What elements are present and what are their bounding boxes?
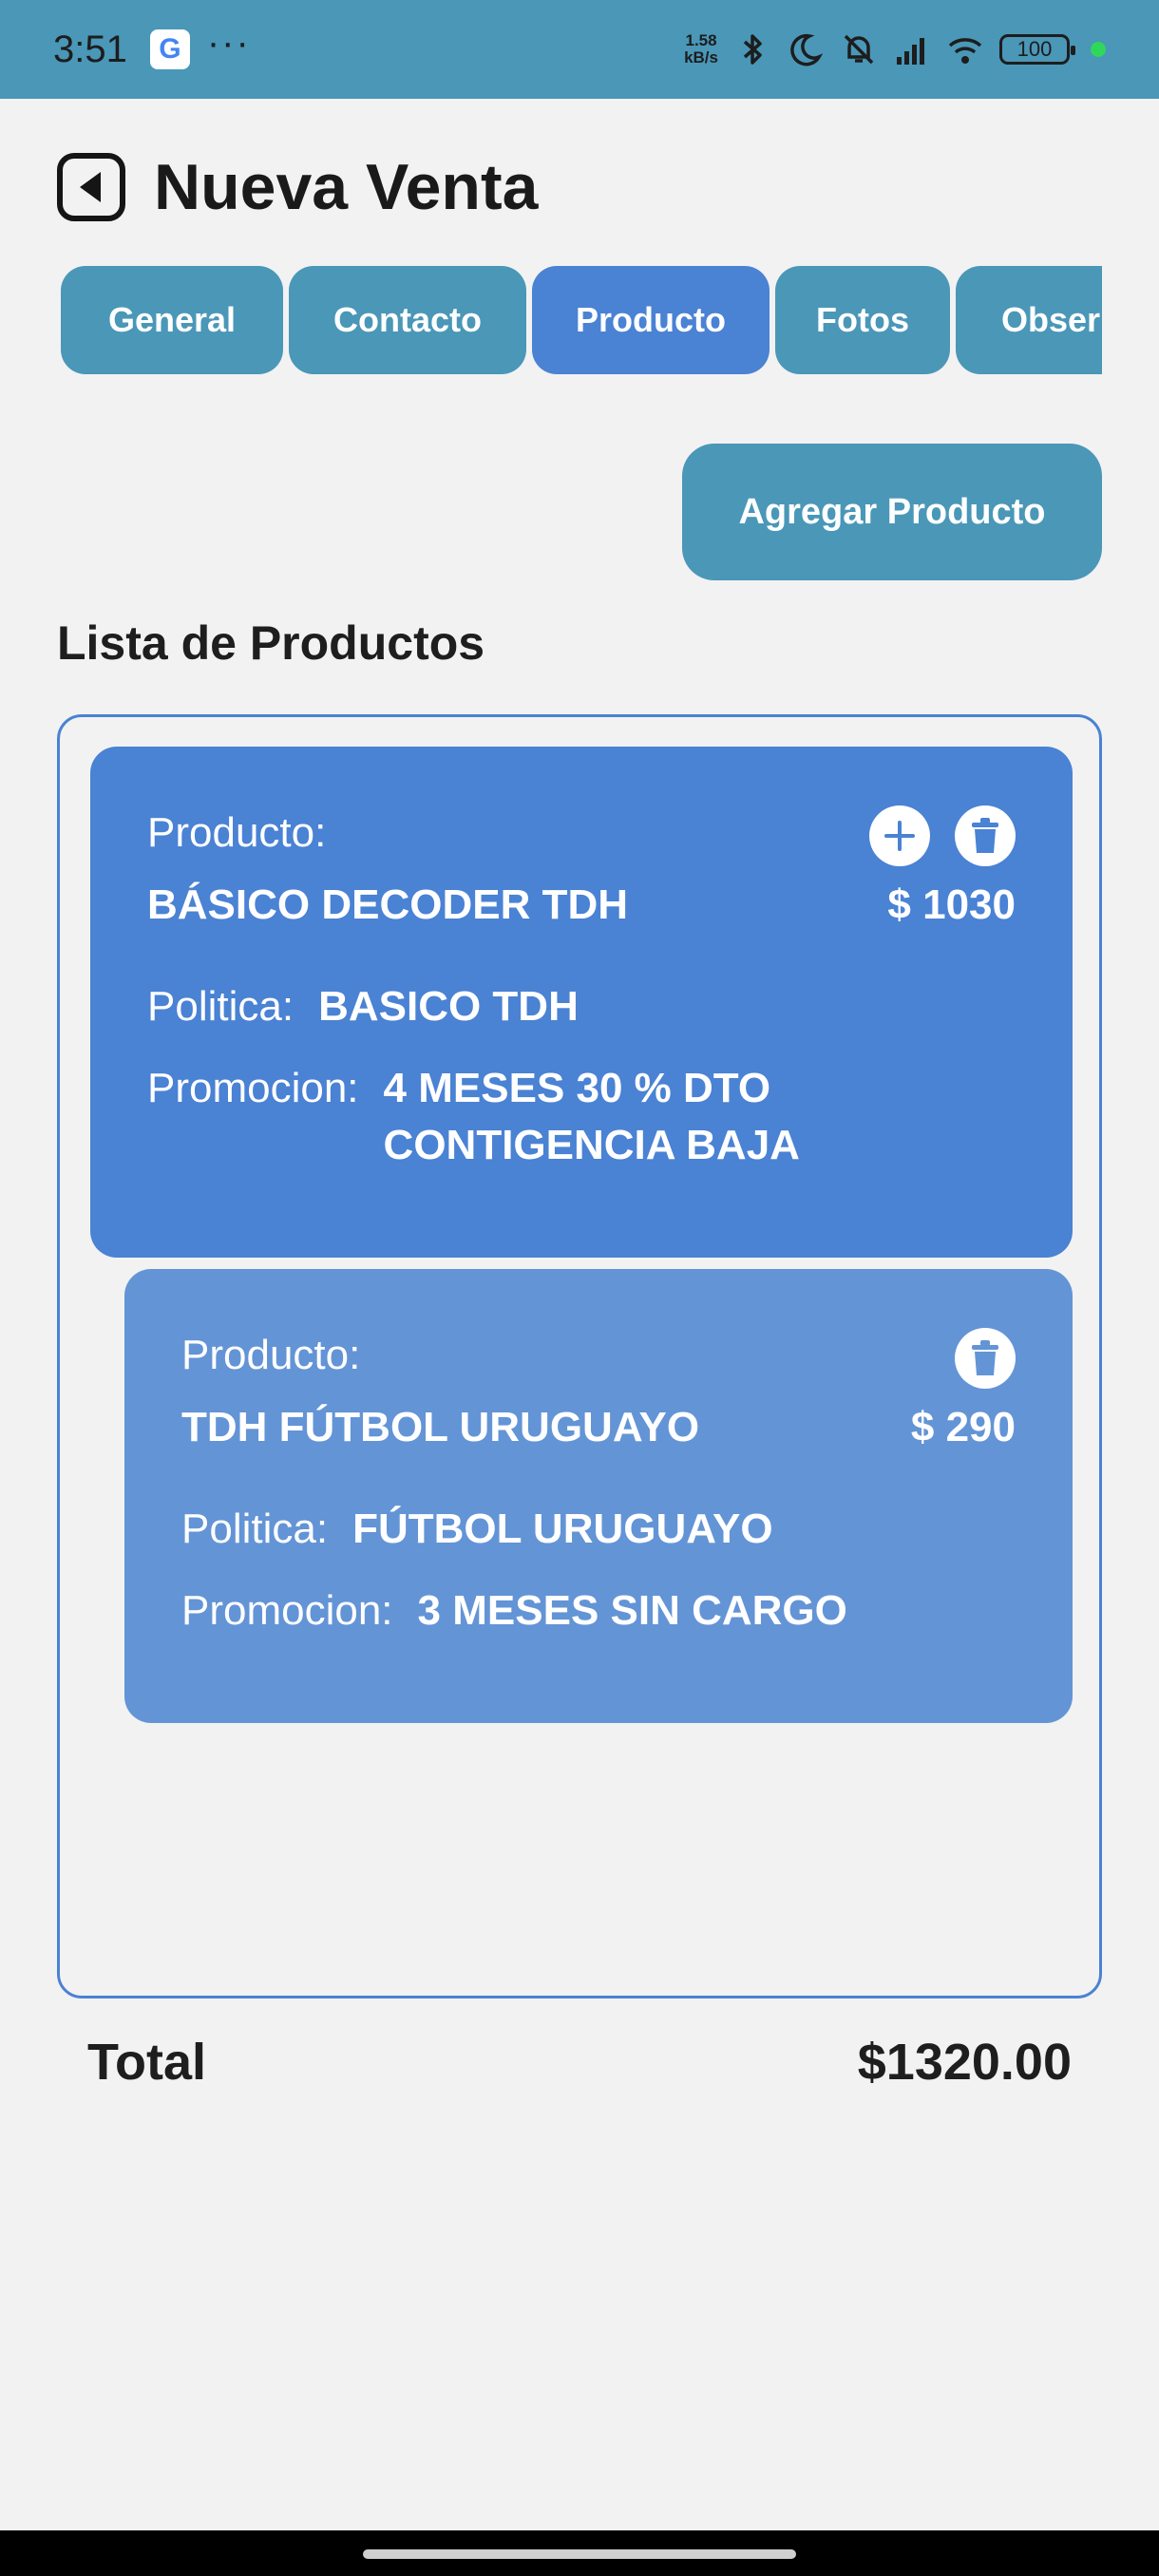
header: Nueva Venta bbox=[57, 150, 538, 224]
tab-fotos[interactable]: Fotos bbox=[775, 266, 950, 374]
tab-bar: General Contacto Producto Fotos Obser bbox=[61, 266, 1102, 376]
card-actions bbox=[869, 805, 1016, 866]
more-notifications-icon: ··· bbox=[206, 21, 251, 64]
product-row: BÁSICO DECODER TDH $ 1030 bbox=[147, 881, 1016, 929]
network-speed-value: 1.58 bbox=[685, 31, 717, 49]
tab-general[interactable]: General bbox=[61, 266, 283, 374]
navigation-bar bbox=[0, 2530, 1159, 2576]
muted-bell-icon bbox=[844, 34, 874, 65]
add-promotion-button[interactable] bbox=[869, 805, 930, 866]
google-icon: G bbox=[149, 29, 190, 69]
battery-icon: 100 bbox=[999, 34, 1075, 65]
product-price: $ 1030 bbox=[887, 881, 1016, 928]
politica-label: Politica: bbox=[181, 1506, 329, 1552]
promocion-value-line2: CONTIGENCIA BAJA bbox=[383, 1122, 800, 1168]
tab-observaciones[interactable]: Obser bbox=[956, 266, 1102, 374]
politica-value: BASICO TDH bbox=[318, 983, 579, 1030]
wifi-icon bbox=[948, 38, 982, 64]
promocion-value: 3 MESES SIN CARGO bbox=[417, 1587, 847, 1634]
signal-icon bbox=[897, 38, 924, 65]
tab-contacto[interactable]: Contacto bbox=[289, 266, 526, 374]
promocion-label: Promocion: bbox=[147, 1065, 359, 1111]
promocion-label: Promocion: bbox=[181, 1587, 393, 1634]
total-value: $1320.00 bbox=[857, 2034, 1072, 2091]
product-label: Producto: bbox=[181, 1332, 361, 1378]
promocion-value: 4 MESES 30 % DTO CONTIGENCIA BAJA bbox=[384, 1060, 800, 1174]
promocion-value-line1: 4 MESES 30 % DTO bbox=[383, 1065, 771, 1111]
network-speed-unit: kB/s bbox=[684, 48, 718, 66]
politica-value: FÚTBOL URUGUAYO bbox=[352, 1506, 773, 1552]
network-speed: 1.58 kB/s bbox=[684, 32, 718, 66]
product-price: $ 290 bbox=[910, 1404, 1016, 1450]
total-label: Total bbox=[87, 2034, 206, 2091]
status-bar: 3:51 G ··· 1.58 kB/s 100 bbox=[0, 0, 1159, 99]
delete-product-button[interactable] bbox=[955, 1328, 1016, 1389]
back-arrow-icon bbox=[80, 172, 101, 202]
do-not-disturb-moon-icon bbox=[790, 33, 824, 66]
home-gesture-handle[interactable] bbox=[363, 2549, 796, 2559]
delete-product-button[interactable] bbox=[955, 805, 1016, 866]
product-list-title: Lista de Productos bbox=[57, 616, 485, 670]
bluetooth-icon bbox=[743, 34, 762, 65]
product-card[interactable]: Producto: BÁSICO DECODER TDH $ 1030 Poli… bbox=[90, 747, 1073, 1258]
page-title: Nueva Venta bbox=[154, 151, 539, 223]
product-name: TDH FÚTBOL URUGUAYO bbox=[181, 1404, 700, 1450]
add-product-button[interactable]: Agregar Producto bbox=[682, 444, 1102, 580]
back-button[interactable] bbox=[57, 153, 125, 221]
privacy-indicator-dot bbox=[1091, 42, 1106, 57]
product-row: TDH FÚTBOL URUGUAYO $ 290 bbox=[181, 1404, 1016, 1451]
politica-row: Politica: BASICO TDH bbox=[147, 978, 1016, 1035]
promocion-row: Promocion: 4 MESES 30 % DTO CONTIGENCIA … bbox=[147, 1060, 1016, 1174]
tab-producto[interactable]: Producto bbox=[532, 266, 770, 374]
politica-label: Politica: bbox=[147, 983, 294, 1030]
product-card[interactable]: Producto: TDH FÚTBOL URUGUAYO $ 290 Poli… bbox=[124, 1269, 1073, 1723]
promocion-row: Promocion: 3 MESES SIN CARGO bbox=[181, 1582, 1016, 1639]
product-list[interactable]: Producto: BÁSICO DECODER TDH $ 1030 Poli… bbox=[57, 714, 1102, 1998]
politica-row: Politica: FÚTBOL URUGUAYO bbox=[181, 1501, 1016, 1558]
trash-icon bbox=[972, 1340, 998, 1375]
card-actions bbox=[955, 1328, 1016, 1389]
trash-icon bbox=[972, 818, 998, 853]
status-time: 3:51 bbox=[53, 28, 127, 70]
status-icons: 1.58 kB/s 100 bbox=[684, 30, 1106, 68]
product-name: BÁSICO DECODER TDH bbox=[147, 881, 629, 928]
plus-icon bbox=[884, 821, 915, 851]
